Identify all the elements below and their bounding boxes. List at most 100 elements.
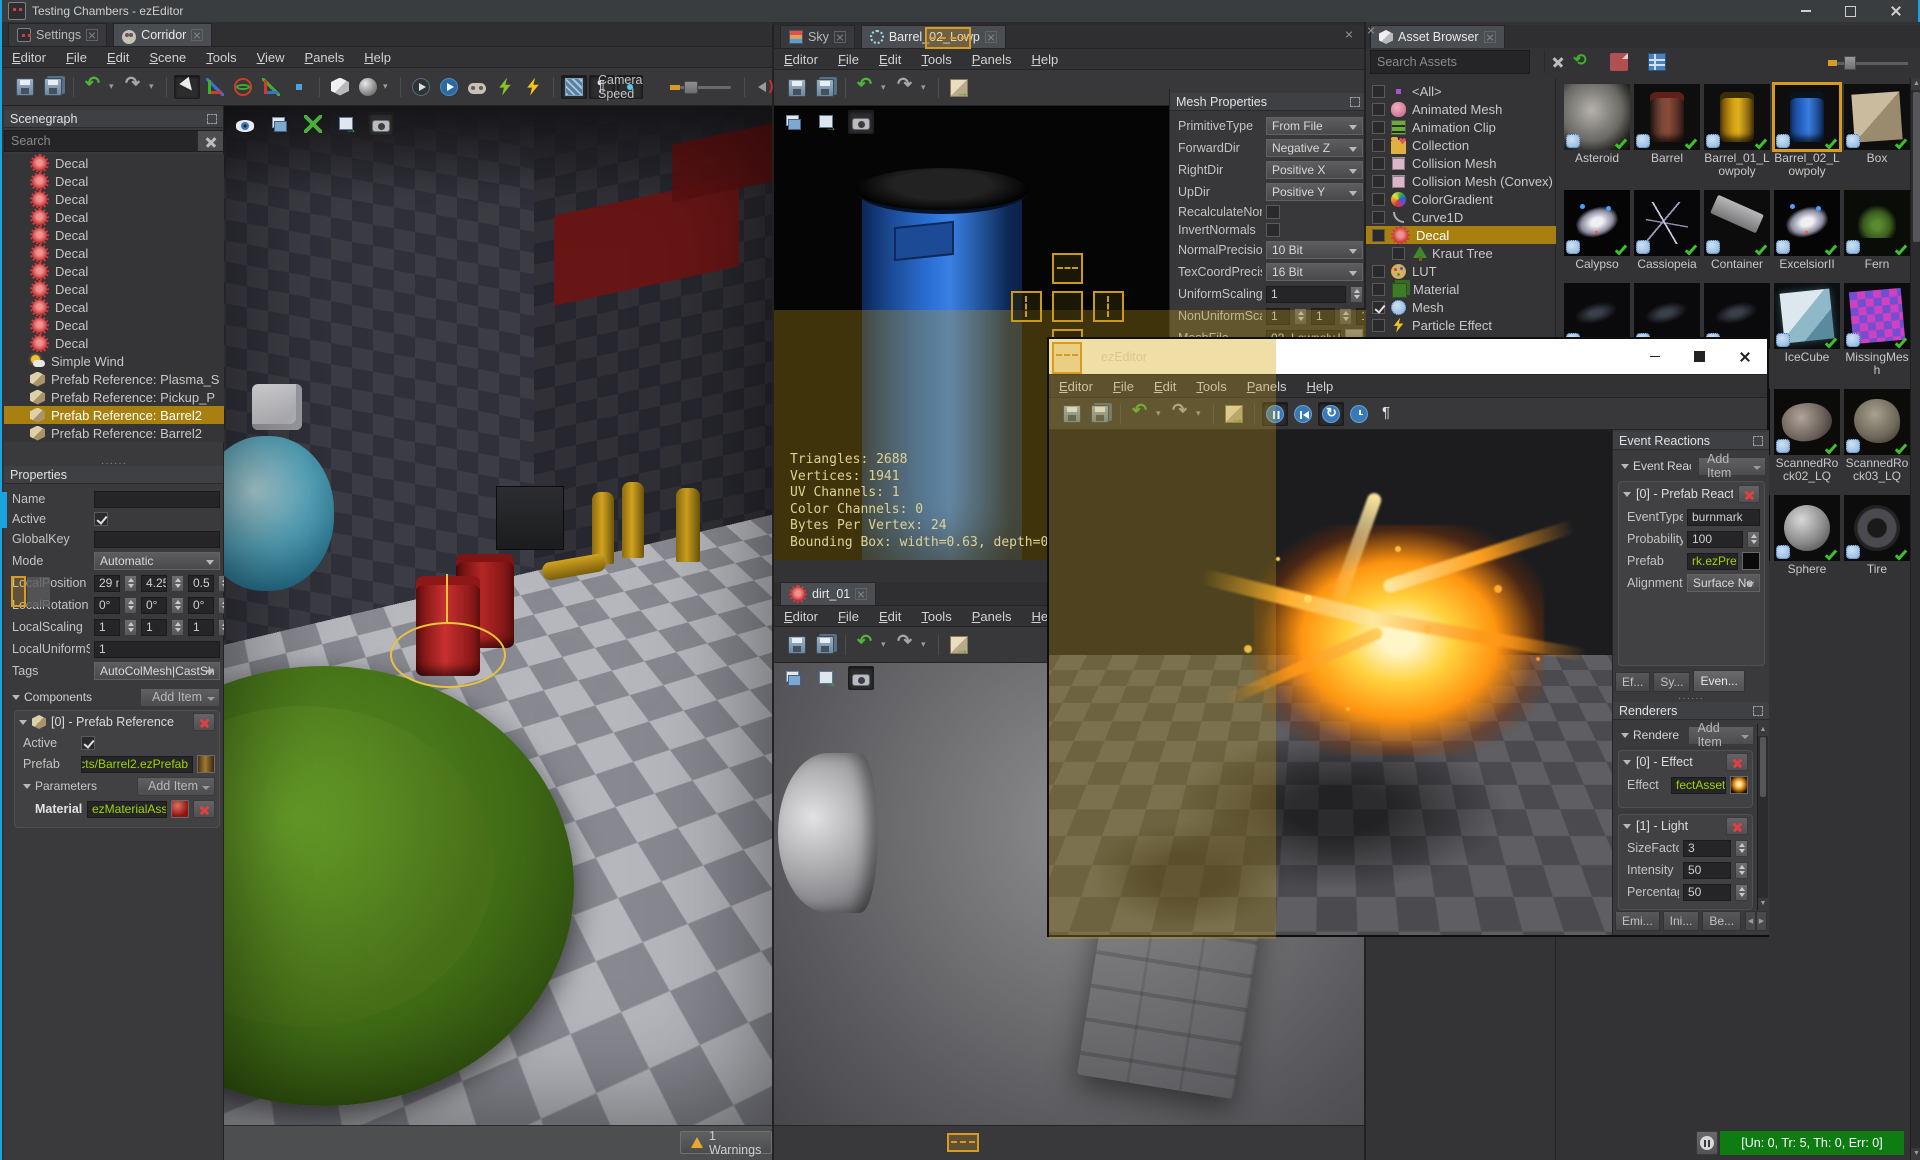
spin-up-icon[interactable] (1342, 311, 1349, 315)
spin-down-icon[interactable] (1738, 871, 1745, 875)
menu-item-edit[interactable]: Edit (97, 50, 139, 65)
spin-down-icon[interactable] (174, 606, 181, 610)
spin-up-icon[interactable] (1353, 289, 1360, 293)
close-button[interactable] (1722, 339, 1767, 374)
popout-icon[interactable] (1753, 435, 1763, 446)
play-dark-button[interactable] (408, 75, 434, 99)
menu-item-editor[interactable]: Editor (774, 52, 828, 67)
value-field[interactable]: 0° (94, 596, 120, 614)
menu-item-help[interactable]: Help (1021, 52, 1068, 67)
value-field[interactable]: 1 (94, 618, 120, 636)
close-tab-icon[interactable] (1483, 31, 1496, 43)
spin-down-icon[interactable] (1738, 849, 1745, 853)
tree-item-collection[interactable]: Collection (1366, 136, 1556, 154)
filter-checkbox[interactable] (1372, 84, 1385, 98)
save-all-button[interactable] (812, 633, 838, 657)
spin-down-icon[interactable] (1738, 893, 1745, 897)
dropdown[interactable]: Positive X (1266, 161, 1363, 179)
filter-checkbox[interactable] (1372, 156, 1385, 170)
save-button[interactable] (784, 76, 810, 100)
spin-down-icon[interactable] (1297, 317, 1304, 321)
value-field[interactable]: 1 (188, 618, 214, 636)
add-component-button[interactable]: Add Item (140, 687, 220, 707)
asset-search-input[interactable] (1371, 51, 1544, 73)
minimize-button[interactable] (1783, 0, 1828, 22)
menu-item-file[interactable]: File (1103, 379, 1144, 394)
tab-corridor[interactable]: Corridor (113, 23, 213, 46)
menu-item-edit[interactable]: Edit (869, 609, 911, 624)
pause-button[interactable] (1262, 401, 1288, 426)
tree-item-decal[interactable]: Decal (4, 244, 224, 262)
prefab-asset-field[interactable]: cts/Barrel2.ezPrefab (81, 755, 193, 773)
asset-cell-cassiopeia[interactable]: Cassiopeia (1634, 190, 1700, 271)
panel-tab-be[interactable]: Be... (1702, 911, 1742, 931)
tree-item-prefab-reference-barrel2[interactable]: Prefab Reference: Barrel2 (4, 424, 224, 442)
layers-button[interactable] (780, 110, 806, 134)
value-field[interactable]: 29 m (94, 574, 120, 592)
redo-button[interactable] (893, 74, 919, 100)
spinner-buttons[interactable] (1735, 839, 1748, 857)
asset-scrollbar[interactable]: ▲ ▼ (1910, 78, 1920, 1160)
value-field[interactable]: 1 (1266, 285, 1346, 303)
tree-item-collision-mesh-convex-[interactable]: Collision Mesh (Convex) (1366, 172, 1556, 190)
filter-checkbox[interactable] (1372, 318, 1385, 332)
rotate-button[interactable] (230, 75, 256, 99)
menu-item-file[interactable]: File (56, 50, 97, 65)
bolt-green-button[interactable] (492, 75, 518, 99)
value-field[interactable]: 50 (1683, 883, 1731, 901)
dropdown-caret-icon[interactable]: ▾ (383, 81, 393, 92)
spinner-buttons[interactable] (124, 618, 137, 636)
filter-checkbox[interactable] (1372, 210, 1385, 224)
spinner-buttons[interactable] (1350, 285, 1363, 303)
tree-item-lut[interactable]: LUT (1366, 262, 1556, 280)
grid-button[interactable] (561, 74, 587, 99)
minimize-button[interactable] (1632, 339, 1677, 374)
dropdown[interactable]: Positive Y (1266, 183, 1363, 201)
layers-button[interactable] (266, 112, 292, 136)
import-doc-button[interactable] (1606, 50, 1632, 74)
tree-item-decal[interactable]: Decal (4, 280, 224, 298)
asset-thumbnail[interactable] (1704, 190, 1770, 256)
tree-item-decal[interactable]: Decal (4, 226, 224, 244)
maximize-button[interactable] (1828, 0, 1873, 22)
panel-tab-ini[interactable]: Ini... (1662, 911, 1700, 931)
asset-cell-box[interactable]: Box (1844, 84, 1910, 178)
undo-button[interactable] (1128, 400, 1154, 426)
tree-item-decal[interactable]: Decal (4, 316, 224, 334)
asset-thumbnail[interactable] (1844, 389, 1910, 455)
value-field[interactable] (94, 490, 220, 508)
close-tab-icon[interactable] (855, 588, 868, 600)
menu-item-view[interactable]: View (247, 50, 295, 65)
tree-item-simple-wind[interactable]: Simple Wind (4, 352, 224, 370)
speaker-icon[interactable] (757, 77, 775, 96)
checkbox[interactable] (1266, 223, 1280, 237)
spin-down-icon[interactable] (174, 584, 181, 588)
filter-checkbox[interactable] (1392, 246, 1405, 260)
spin-down-icon[interactable] (174, 628, 181, 632)
maximize-button[interactable] (1677, 339, 1722, 374)
dropdown-caret-icon[interactable]: ▾ (921, 82, 931, 93)
clock-button[interactable] (1346, 402, 1372, 426)
asset-cell-missingmesh[interactable]: MissingMesh (1844, 283, 1910, 377)
checkbox[interactable] (1266, 205, 1280, 219)
prefab-thumbnail-button[interactable] (197, 755, 215, 773)
redo-button[interactable] (121, 73, 147, 99)
spinner-buttons[interactable] (171, 574, 184, 592)
spin-up-icon[interactable] (1297, 311, 1304, 315)
undo-button[interactable] (853, 631, 879, 657)
spin-down-icon[interactable] (127, 606, 134, 610)
asset-thumbnail[interactable] (1844, 495, 1910, 561)
filter-checkbox[interactable] (1372, 120, 1385, 134)
asset-cell-calypso[interactable]: Calypso (1564, 190, 1630, 271)
camera-speed-slider[interactable] (669, 79, 731, 95)
add-parameter-button[interactable]: Add Item (137, 776, 215, 796)
filter-checkbox[interactable] (1372, 174, 1385, 188)
menu-item-editor[interactable]: Editor (774, 609, 828, 624)
tree-item-decal[interactable]: Decal (4, 334, 224, 352)
close-tab-icon[interactable] (191, 29, 204, 41)
asset-cell-barrel_02_lowpoly[interactable]: Barrel_02_Lowpoly (1772, 82, 1842, 178)
menu-item-help[interactable]: Help (354, 50, 401, 65)
tree-item-collision-mesh[interactable]: Collision Mesh (1366, 154, 1556, 172)
tab-sky[interactable]: Sky (780, 25, 855, 48)
dropdown-caret-icon[interactable]: ▾ (881, 639, 891, 650)
